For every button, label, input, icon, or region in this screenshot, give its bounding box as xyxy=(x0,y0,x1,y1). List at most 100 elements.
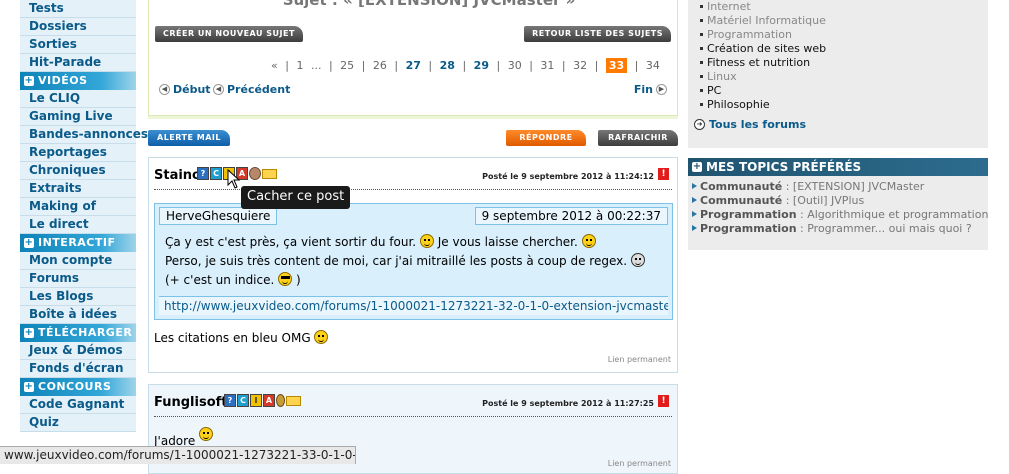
pagination-separator: | xyxy=(529,59,533,72)
last-page-link[interactable]: Fin ▶ xyxy=(634,83,667,96)
page-link-34[interactable]: 34 xyxy=(646,59,660,72)
nav-item-les-blogs[interactable]: Les Blogs xyxy=(20,288,136,306)
bullet-icon xyxy=(700,75,703,78)
nav-item-dossiers[interactable]: Dossiers xyxy=(20,18,136,36)
forum-link[interactable]: Linux xyxy=(700,70,737,83)
nav-item-jeux-demos[interactable]: Jeux & Démos xyxy=(20,342,136,360)
profile-icon[interactable]: ? xyxy=(224,394,236,407)
forum-link-label: Philosophie xyxy=(707,98,770,111)
forum-link[interactable]: Fitness et nutrition xyxy=(700,56,810,69)
page-link-27[interactable]: 27 xyxy=(406,59,421,72)
forum-link[interactable]: Création de sites web xyxy=(700,42,826,55)
nav-item-mon-compte[interactable]: Mon compte xyxy=(20,252,136,270)
nav-item-gaming-live[interactable]: Gaming Live xyxy=(20,108,136,126)
refresh-button[interactable]: RAFRAICHIR xyxy=(598,130,678,146)
nav-item-reportages[interactable]: Reportages xyxy=(20,144,136,162)
nav-item-boite-a-idees[interactable]: Boîte à idées xyxy=(20,306,136,324)
topic-category: Programmation xyxy=(700,222,797,235)
permalink[interactable]: Lien permanent xyxy=(608,355,671,364)
nav-section-concours[interactable]: + CONCOURS xyxy=(20,378,136,396)
new-subject-button[interactable]: CRÉER UN NOUVEAU SUJET xyxy=(155,26,303,42)
cdv-icon[interactable]: C xyxy=(210,167,222,180)
quote-source-link[interactable]: http://www.jeuxvideo.com/forums/1-100002… xyxy=(159,296,668,315)
post-author[interactable]: Funglisoft xyxy=(154,395,228,410)
nav-item-fonds-ecran[interactable]: Fonds d'écran xyxy=(20,360,136,378)
first-page-link[interactable]: ◀ Début xyxy=(159,83,211,96)
page-link-26[interactable]: 26 xyxy=(373,59,387,72)
nav-section-videos[interactable]: + VIDÉOS xyxy=(20,72,136,90)
smiley-icon xyxy=(199,427,214,441)
smiley-icon xyxy=(314,330,329,344)
previous-page-label: Précédent xyxy=(227,83,291,96)
favorite-topic[interactable]: Communauté : [EXTENSION] JVCMaster xyxy=(692,180,924,193)
pagination-separator: | xyxy=(634,59,639,72)
pagination-separator: | xyxy=(496,59,501,72)
first-page-icon: ◀ xyxy=(159,84,170,95)
post-header: Funglisoft ? C I A Posté le 9 septembre … xyxy=(154,393,672,417)
nav-item-bandes-annonces[interactable]: Bandes-annonces xyxy=(20,126,148,144)
arrow-icon xyxy=(692,197,697,203)
nav-item-chroniques[interactable]: Chroniques xyxy=(20,162,136,180)
pagination-prev[interactable]: « xyxy=(271,59,278,72)
nav-section-interactif[interactable]: + INTERACTIF xyxy=(20,234,136,252)
nav-section-title: VIDÉOS xyxy=(38,74,88,87)
favorite-topic[interactable]: Communauté : [Outil] JVPlus xyxy=(692,194,864,207)
avatar-icon[interactable] xyxy=(249,167,261,180)
all-forums-link[interactable]: ➜ Tous les forums xyxy=(694,118,806,131)
alert-mail-button[interactable]: ALERTE MAIL xyxy=(148,130,230,146)
post-author[interactable]: Staino xyxy=(154,168,201,183)
nav-item-quiz[interactable]: Quiz xyxy=(20,414,136,432)
cdv-icon[interactable]: C xyxy=(237,394,249,407)
nav-item-le-direct[interactable]: Le direct xyxy=(20,216,136,234)
nav-item-tests[interactable]: Tests xyxy=(20,0,136,18)
forum-link[interactable]: Programmation xyxy=(700,28,792,41)
key-icon[interactable] xyxy=(276,394,285,407)
back-to-list-button[interactable]: RETOUR LISTE DES SUJETS xyxy=(524,26,671,42)
page-link-29[interactable]: 29 xyxy=(474,59,489,72)
alert-moderator-icon[interactable]: A xyxy=(263,394,275,407)
favorite-topic[interactable]: Programmation : Algorithmique et program… xyxy=(692,208,988,221)
page-link-28[interactable]: 28 xyxy=(440,59,455,72)
nav-section-telecharger[interactable]: + TÉLÉCHARGER xyxy=(20,324,136,342)
page-link-25[interactable]: 25 xyxy=(340,59,354,72)
page-link-31[interactable]: 31 xyxy=(540,59,554,72)
forum-link[interactable]: PC xyxy=(700,84,721,97)
favorite-topics-list: Communauté : [EXTENSION] JVCMaster Commu… xyxy=(688,176,988,250)
pagination: « | 1 ... | 25 | 26 | 27 | 28 | 29 | 30 … xyxy=(269,58,660,73)
quote-line-part: ) xyxy=(295,273,301,287)
report-icon[interactable]: ! xyxy=(658,168,669,180)
page-link-1[interactable]: 1 xyxy=(296,59,303,72)
mail-icon[interactable] xyxy=(286,396,301,406)
forum-link[interactable]: Matériel Informatique xyxy=(700,14,826,27)
nav-item-making-of[interactable]: Making of xyxy=(20,198,136,216)
nav-item-sorties[interactable]: Sorties xyxy=(20,36,136,54)
nav-item-code-gagnant[interactable]: Code Gagnant xyxy=(20,396,136,414)
nav-item-extraits[interactable]: Extraits xyxy=(20,180,136,198)
quote-line: Ça y est c'est près, ça vient sortir du … xyxy=(165,233,662,252)
hide-post-icon[interactable]: I xyxy=(250,394,262,407)
bullet-icon xyxy=(700,33,703,36)
mail-icon[interactable] xyxy=(262,169,277,179)
previous-page-link[interactable]: ◀ Précédent xyxy=(213,83,290,96)
reply-button[interactable]: RÉPONDRE xyxy=(506,130,586,146)
plus-icon: + xyxy=(24,327,34,338)
topic-title: : [Outil] JVPlus xyxy=(782,194,865,207)
nav-item-forums[interactable]: Forums xyxy=(20,270,136,288)
profile-icon[interactable]: ? xyxy=(197,167,209,180)
pagination-separator: | xyxy=(285,59,289,72)
quote-text: Ça y est c'est près, ça vient sortir du … xyxy=(165,233,662,290)
nav-item-hit-parade[interactable]: Hit-Parade xyxy=(20,54,136,72)
favorite-topic[interactable]: Programmation : Programmer... oui mais q… xyxy=(692,222,972,235)
left-navigation: Tests Dossiers Sorties Hit-Parade + VIDÉO… xyxy=(20,0,148,432)
last-page-icon: ▶ xyxy=(656,84,667,95)
page-link-30[interactable]: 30 xyxy=(508,59,522,72)
last-page-label: Fin xyxy=(633,83,653,96)
forum-link-label: Création de sites web xyxy=(707,42,827,55)
forum-link[interactable]: Internet xyxy=(700,0,751,13)
forum-link[interactable]: Philosophie xyxy=(700,98,770,111)
page-link-32[interactable]: 32 xyxy=(573,59,587,72)
topic-title: : Programmer... oui mais quoi ? xyxy=(796,222,972,235)
report-icon[interactable]: ! xyxy=(658,395,669,407)
favorite-topics-header[interactable]: + MES TOPICS PRÉFÉRÉS xyxy=(688,158,988,176)
nav-item-le-cliq[interactable]: Le CLIQ xyxy=(20,90,136,108)
